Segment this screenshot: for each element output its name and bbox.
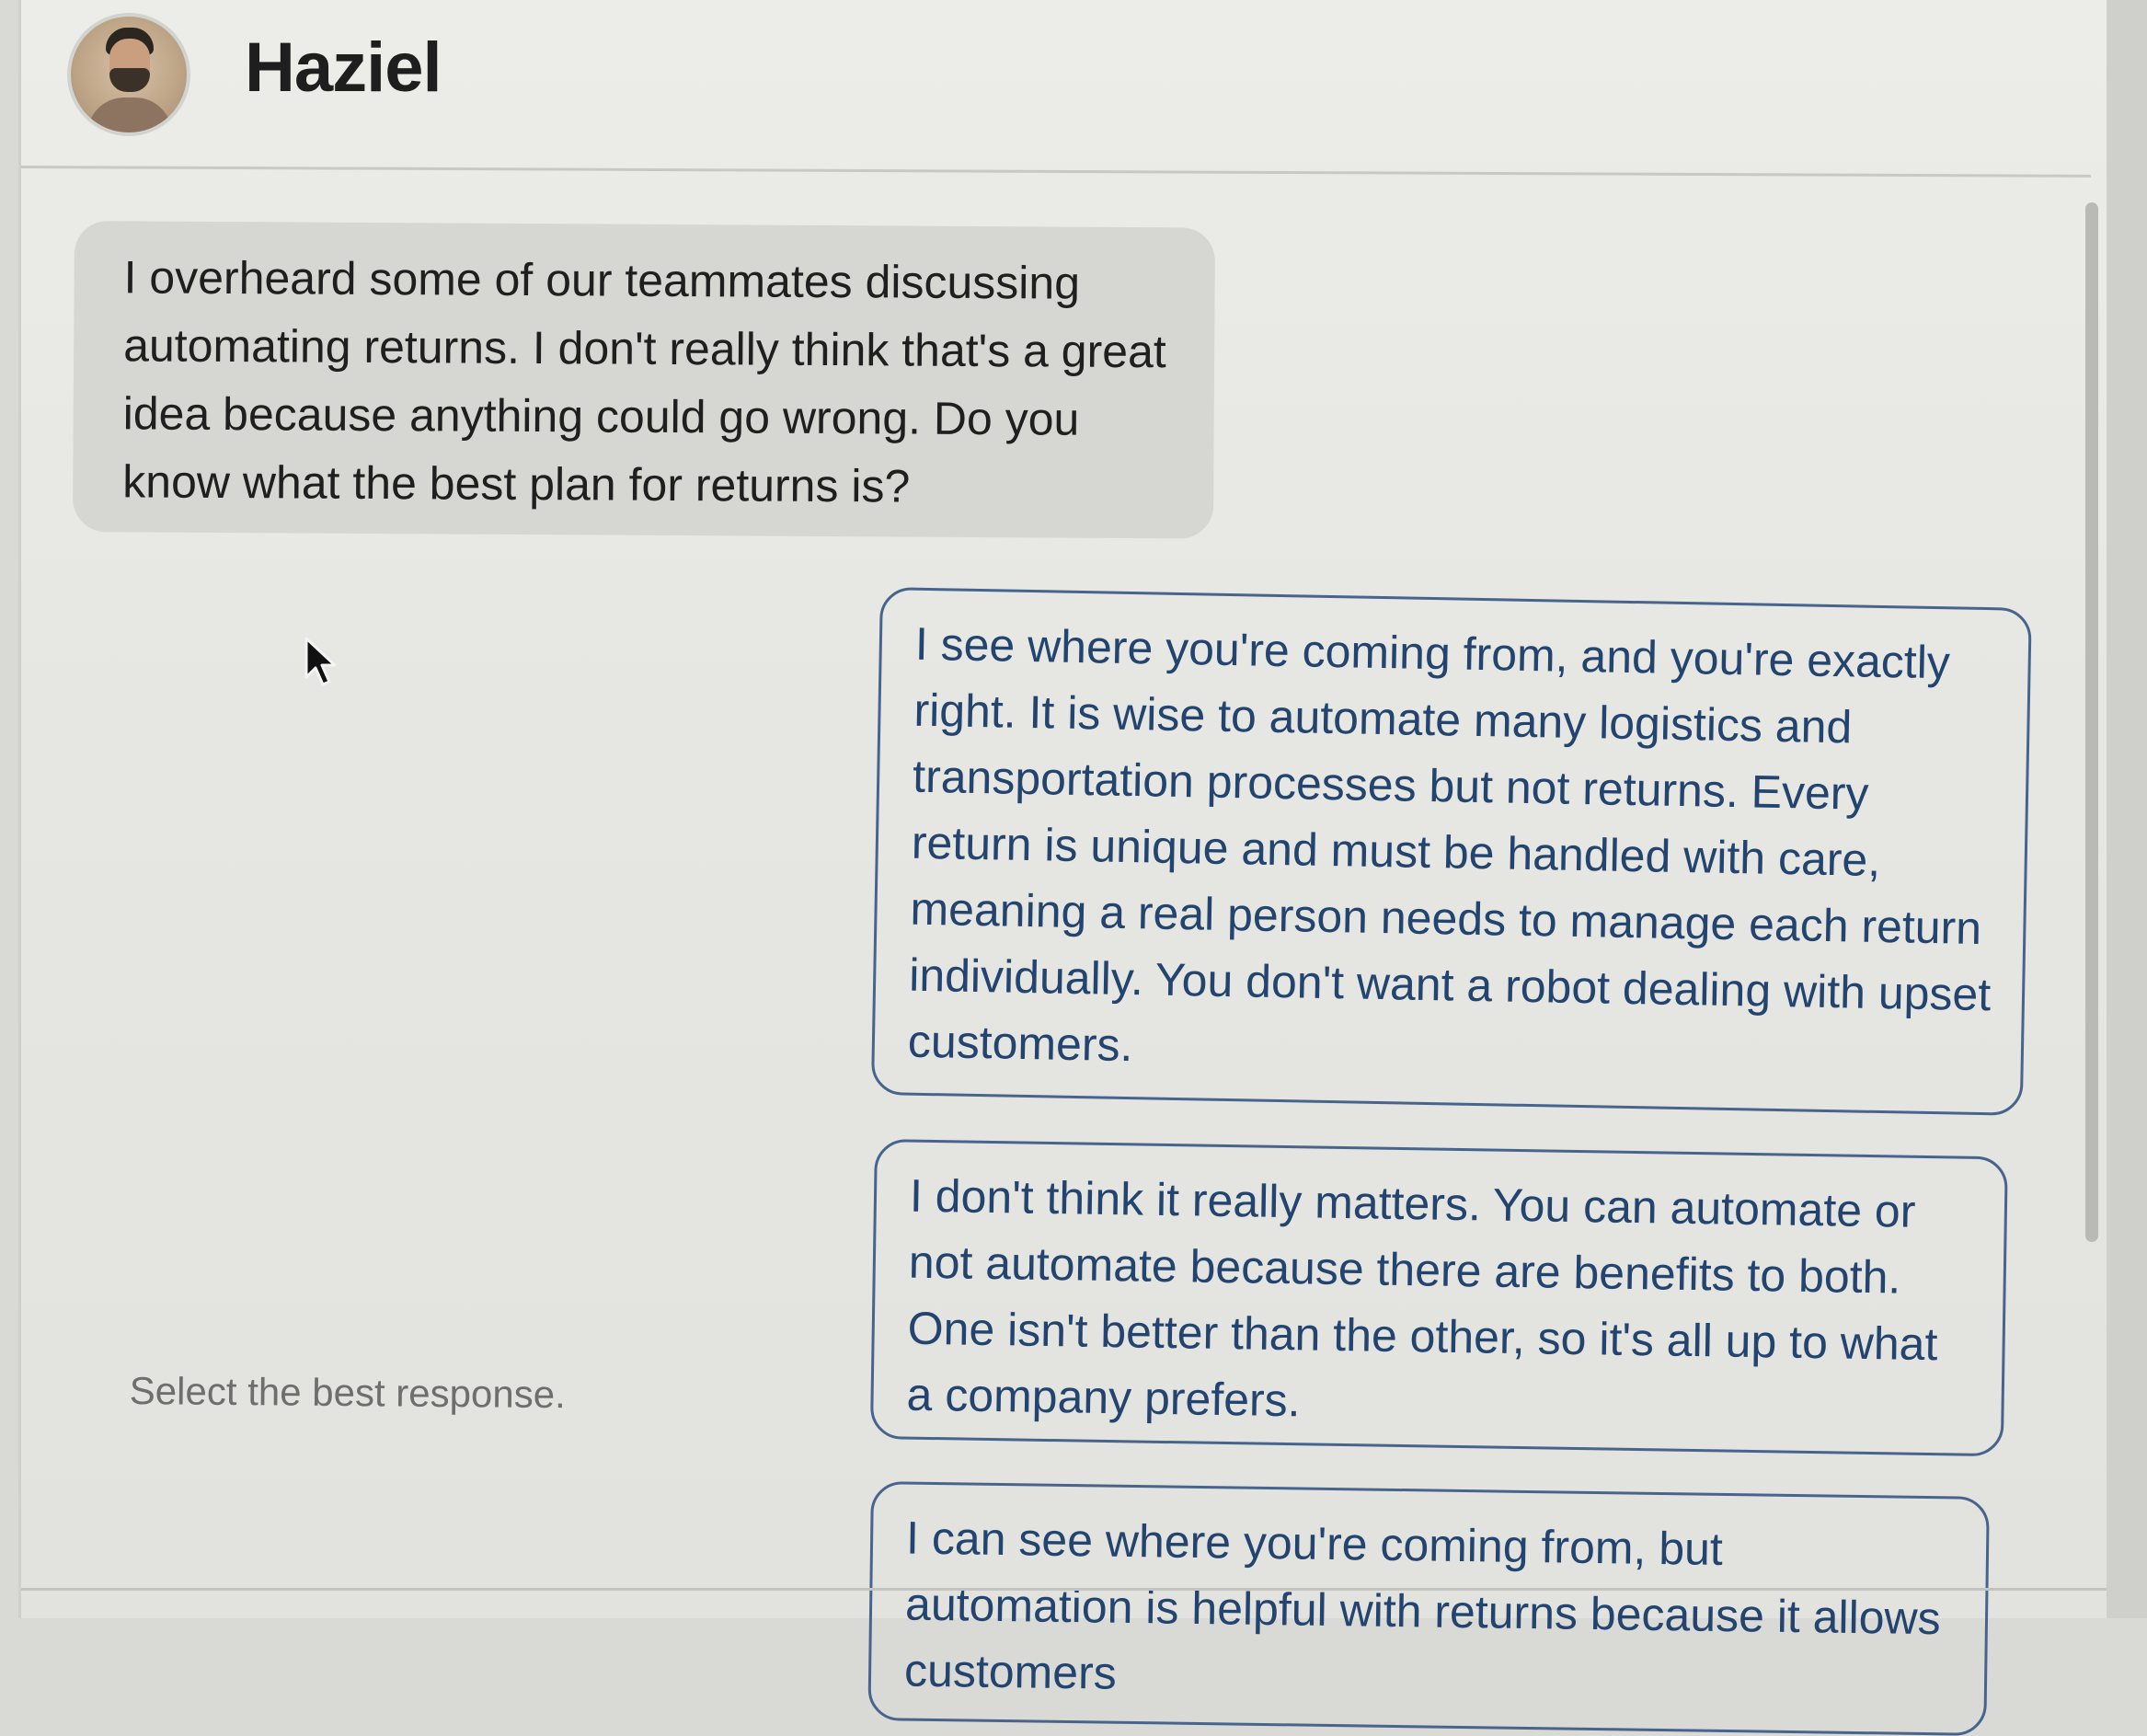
response-option-1-text: I see where you're coming from, and you'… [907, 617, 1992, 1072]
mouse-pointer-icon [304, 637, 337, 686]
response-option-1[interactable]: I see where you're coming from, and you'… [870, 587, 2032, 1116]
bottom-divider [21, 1588, 2109, 1591]
contact-name: Haziel [245, 29, 442, 107]
avatar-beard [109, 68, 150, 92]
response-option-2[interactable]: I don't think it really matters. You can… [869, 1139, 2008, 1457]
response-option-2-text: I don't think it really matters. You can… [906, 1169, 1938, 1427]
instruction-text: Select the best response. [129, 1369, 566, 1417]
screen-bezel [2107, 0, 2147, 1618]
avatar [67, 13, 190, 136]
avatar-body [87, 98, 172, 132]
response-option-3-text: I can see where you're coming from, but … [903, 1512, 1942, 1699]
question-bubble: I overheard some of our teammates discus… [72, 221, 1215, 539]
chat-header: Haziel [21, 0, 2109, 167]
response-option-3[interactable]: I can see where you're coming from, but … [867, 1481, 1990, 1736]
question-text: I overheard some of our teammates discus… [122, 251, 1166, 512]
chat-screen: Haziel I overheard some of our teammates… [18, 0, 2109, 1736]
scrollbar[interactable] [2085, 202, 2098, 1242]
